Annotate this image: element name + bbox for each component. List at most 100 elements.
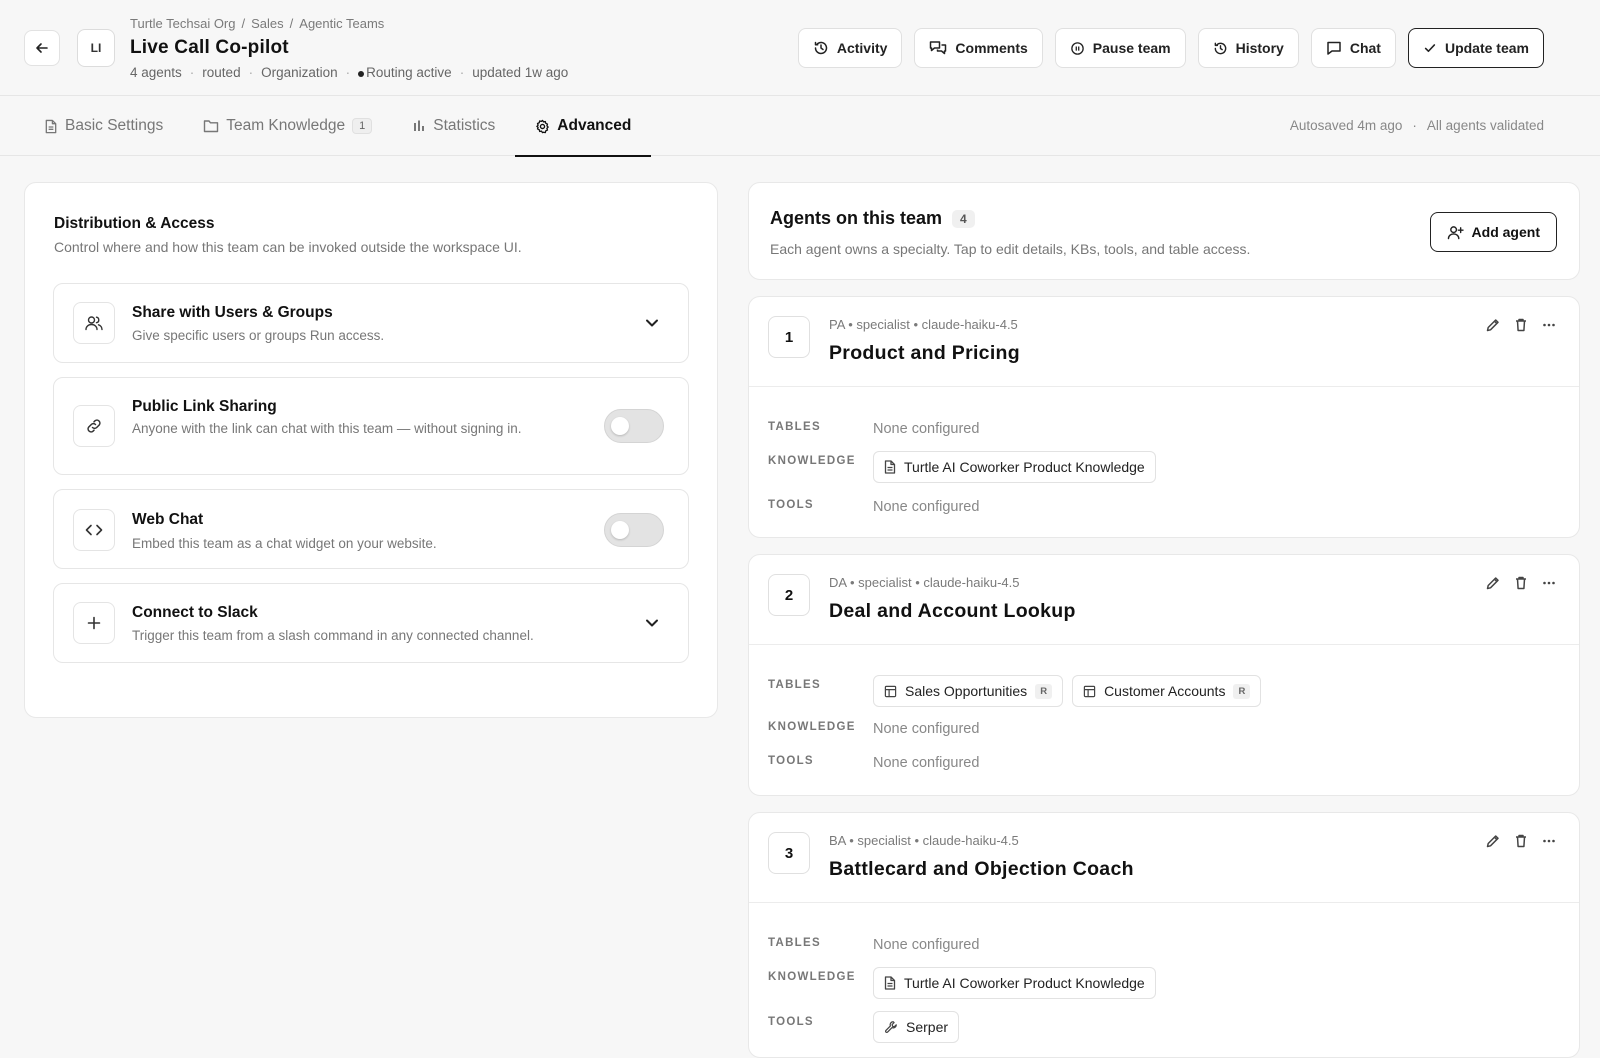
agent-meta: PA • specialist • claude-haiku-4.5 [829,317,1018,332]
routing-status-label: Routing active [366,65,452,80]
agent-number: 2 [768,574,810,616]
page-title: Live Call Co-pilot [130,37,289,58]
tools-label: TOOLS [768,1016,814,1028]
tools-label: TOOLS [768,499,814,511]
setting-icon-box [73,509,115,551]
agent-name: Product and Pricing [829,342,1020,364]
knowledge-label: KNOWLEDGE [768,971,856,983]
tables-empty: None configured [873,937,980,953]
tab-team-knowledge[interactable]: Team Knowledge 1 [183,96,392,156]
team-meta: 4 agents · routed · Organization · Routi… [130,65,568,80]
setting-title: Connect to Slack [132,604,258,621]
gear-icon [536,119,550,133]
table-chip[interactable]: Sales Opportunities R [873,675,1064,707]
more-horizontal-icon[interactable] [1541,833,1557,849]
pencil-icon[interactable] [1485,575,1501,591]
table-chip-label: Customer Accounts [1104,683,1226,699]
breadcrumb-org[interactable]: Turtle Techsai Org [130,16,236,31]
trash-icon[interactable] [1513,833,1529,849]
public-link-toggle[interactable] [604,409,664,443]
setting-description: Anyone with the link can chat with this … [132,421,522,436]
table-chips: Sales Opportunities R Customer Accounts … [873,675,1262,707]
agent-name: Battlecard and Objection Coach [829,858,1134,880]
agents-header-card: Agents on this team 4 Each agent owns a … [748,182,1580,280]
pencil-icon[interactable] [1485,317,1501,333]
connect-slack-setting[interactable]: Connect to Slack Trigger this team from … [53,583,689,663]
autosave-status: Autosaved 4m ago · All agents validated [1290,118,1544,133]
agent-actions [1485,575,1557,591]
setting-title: Web Chat [132,511,204,528]
pause-circle-icon [1071,41,1084,55]
bar-chart-icon [414,120,425,131]
status-dot-icon [358,71,365,77]
read-access-badge: R [1233,683,1251,699]
section-subtitle: Control where and how this team can be i… [54,239,522,255]
tables-label: TABLES [768,679,821,691]
history-button[interactable]: History [1197,28,1299,68]
code-icon [85,524,103,536]
agent-card[interactable]: 1 PA • specialist • claude-haiku-4.5 Pro… [748,296,1580,538]
public-link-sharing-setting: Public Link Sharing Anyone with the link… [53,377,689,475]
chevron-down-icon[interactable] [642,613,662,633]
tab-statistics[interactable]: Statistics [392,96,515,156]
trash-icon[interactable] [1513,317,1529,333]
setting-icon-box [73,405,115,447]
chat-label: Chat [1349,40,1381,56]
trash-icon[interactable] [1513,575,1529,591]
breadcrumb-sales[interactable]: Sales [251,16,284,31]
add-agent-button[interactable]: Add agent [1429,212,1557,252]
meta-separator: · [248,65,254,80]
chat-button[interactable]: Chat [1310,28,1396,68]
page-header: LI Turtle Techsai Org / Sales / Agentic … [0,0,1600,96]
back-button[interactable] [24,30,60,66]
tab-count-badge: 1 [352,118,373,134]
team-avatar: LI [77,29,115,67]
autosave-time: Autosaved 4m ago [1289,118,1403,133]
share-users-groups-setting[interactable]: Share with Users & Groups Give specific … [53,283,689,363]
pause-team-button[interactable]: Pause team [1054,28,1186,68]
setting-icon-box [73,602,115,644]
tool-chip[interactable]: Serper [873,1011,960,1043]
agent-card[interactable]: 3 BA • specialist • claude-haiku-4.5 Bat… [748,812,1580,1058]
web-chat-toggle[interactable] [604,513,664,547]
setting-title: Public Link Sharing [132,398,277,415]
web-chat-setting: Web Chat Embed this team as a chat widge… [53,489,689,569]
tab-label: Advanced [557,117,632,134]
breadcrumb-separator: / [289,16,294,31]
knowledge-chip[interactable]: Turtle AI Coworker Product Knowledge [873,451,1156,483]
tab-list: Basic Settings Team Knowledge 1 Statisti… [24,96,652,157]
agent-card[interactable]: 2 DA • specialist • claude-haiku-4.5 Dea… [748,554,1580,796]
breadcrumb-agentic-teams[interactable]: Agentic Teams [299,16,384,31]
document-icon [45,119,57,133]
agent-number: 1 [768,316,810,358]
users-icon [85,316,103,331]
knowledge-label: KNOWLEDGE [768,721,856,733]
tab-label: Team Knowledge [226,117,346,134]
tab-label: Basic Settings [65,117,164,134]
tables-label: TABLES [768,937,821,949]
knowledge-chip[interactable]: Turtle AI Coworker Product Knowledge [873,967,1156,999]
breadcrumb-separator: / [241,16,246,31]
comments-button[interactable]: Comments [914,28,1043,68]
pencil-icon[interactable] [1485,833,1501,849]
agents-subtitle: Each agent owns a specialty. Tap to edit… [770,241,1251,257]
tab-label: Statistics [433,117,496,134]
update-team-label: Update team [1444,40,1529,56]
document-icon [884,460,896,474]
link-icon [87,419,101,433]
more-horizontal-icon[interactable] [1541,317,1557,333]
table-chip-label: Sales Opportunities [905,683,1028,699]
setting-description: Trigger this team from a slash command i… [132,628,534,643]
clock-history-icon [814,41,828,55]
comments-label: Comments [955,40,1028,56]
tab-advanced[interactable]: Advanced [515,96,652,157]
update-team-button[interactable]: Update team [1407,28,1544,68]
agent-meta: BA • specialist • claude-haiku-4.5 [829,833,1019,848]
more-horizontal-icon[interactable] [1541,575,1557,591]
add-agent-label: Add agent [1471,224,1540,240]
table-chip[interactable]: Customer Accounts R [1072,675,1262,707]
tab-basic-settings[interactable]: Basic Settings [24,96,183,156]
comments-icon [930,41,947,55]
activity-button[interactable]: Activity [797,28,903,68]
chevron-down-icon[interactable] [642,313,662,333]
